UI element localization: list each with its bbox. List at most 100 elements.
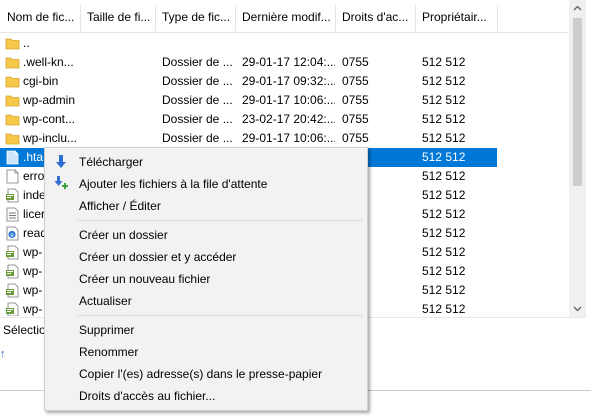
table-row[interactable]: .well-kn... Dossier de ... 29-01-17 12:04:…: [0, 53, 497, 72]
column-header[interactable]: Nom de fic...: [0, 0, 80, 33]
cell-type: [162, 34, 235, 53]
menu-item-label: Renommer: [79, 345, 139, 359]
cell-owner: 512 512: [422, 188, 466, 202]
table-row[interactable]: wp-inclu... Dossier de ... 29-01-17 10:06:…: [0, 129, 497, 148]
file-type-icon: [5, 283, 20, 298]
add-to-queue-icon: [53, 176, 69, 192]
context-menu-item[interactable]: Afficher / Éditer: [45, 195, 367, 217]
context-menu-item[interactable]: Créer un dossier: [45, 224, 367, 246]
cell-size: [87, 129, 155, 148]
column-header[interactable]: Taille de fi...: [80, 0, 155, 33]
text-file-icon: [6, 207, 19, 222]
script-file-icon: [6, 188, 19, 203]
cell-modified: [242, 34, 335, 53]
folder-icon: [5, 76, 20, 88]
menu-item-label: Créer un nouveau fichier: [79, 272, 211, 286]
context-menu-item[interactable]: Copier l'(es) adresse(s) dans le presse-…: [45, 363, 367, 385]
file-type-icon: [5, 264, 20, 279]
table-row[interactable]: wp-cont... Dossier de ... 23-02-17 20:42:.…: [0, 110, 497, 129]
scroll-down-button[interactable]: [569, 300, 586, 317]
cell-owner: 512 512: [422, 245, 466, 259]
column-header[interactable]: Propriétair...: [415, 0, 497, 33]
column-header[interactable]: Droits d'ac...: [335, 0, 415, 33]
menu-item-label: Ajouter les fichiers à la file d'attente: [79, 177, 268, 191]
up-arrow-icon: ↑: [0, 348, 6, 360]
file-type-icon: [5, 188, 20, 203]
context-menu: Télécharger Ajouter les fichiers à la fil…: [44, 147, 368, 411]
file-type-icon: [5, 207, 20, 222]
cell-perms: 0755: [342, 93, 369, 107]
cell-owner: 512 512: [422, 150, 466, 164]
download-icon: [53, 154, 69, 170]
column-header[interactable]: Dernière modif...: [235, 0, 335, 33]
cell-type: Dossier de ...: [162, 112, 233, 126]
cell-owner: 512 512: [422, 226, 466, 240]
cell-type: Dossier de ...: [162, 93, 233, 107]
menu-item-label: Copier l'(es) adresse(s) dans le presse-…: [79, 367, 323, 381]
file-type-icon: [5, 131, 20, 146]
cell-name: wp-inclu...: [23, 131, 78, 145]
vertical-scrollbar[interactable]: [569, 0, 586, 317]
table-row[interactable]: ..: [0, 34, 497, 53]
cell-perms: 0755: [342, 112, 369, 126]
file-icon: [6, 169, 19, 184]
cell-name: wp-admin: [23, 93, 76, 107]
script-file-icon: [6, 264, 19, 279]
cell-type: Dossier de ...: [162, 74, 233, 88]
table-row[interactable]: cgi-bin Dossier de ... 29-01-17 09:32:... 0…: [0, 72, 497, 91]
cell-type: Dossier de ...: [162, 131, 233, 145]
file-icon: [6, 150, 19, 165]
table-row[interactable]: wp-admin Dossier de ... 29-01-17 10:06:...…: [0, 91, 497, 110]
chevron-up-icon: [573, 5, 582, 11]
cell-modified: 23-02-17 20:42:...: [242, 112, 335, 126]
file-type-icon: [5, 112, 20, 127]
menu-item-label: Créer un dossier: [79, 228, 168, 242]
menu-separator: [77, 220, 363, 221]
cell-type: Dossier de ...: [162, 55, 233, 69]
cell-name: cgi-bin: [23, 74, 59, 88]
context-menu-item[interactable]: Ajouter les fichiers à la file d'attente: [45, 173, 367, 195]
file-type-icon: [5, 36, 20, 51]
scroll-up-button[interactable]: [569, 0, 586, 17]
scroll-thumb[interactable]: [573, 18, 582, 186]
column-separator[interactable]: [235, 5, 236, 31]
file-type-icon: [5, 169, 20, 184]
context-menu-item[interactable]: Renommer: [45, 341, 367, 363]
cell-owner: 512 512: [422, 207, 466, 221]
cell-size: [87, 110, 155, 129]
context-menu-item[interactable]: Télécharger: [45, 151, 367, 173]
context-menu-item[interactable]: Créer un nouveau fichier: [45, 268, 367, 290]
cell-owner: 512 512: [422, 169, 466, 183]
cell-owner: 512 512: [422, 131, 466, 145]
cell-modified: 29-01-17 10:06:...: [242, 131, 335, 145]
column-separator[interactable]: [80, 5, 81, 31]
context-menu-item[interactable]: Droits d'accès au fichier...: [45, 385, 367, 407]
cell-perms: 0755: [342, 55, 369, 69]
column-separator[interactable]: [415, 5, 416, 31]
column-separator[interactable]: [335, 5, 336, 31]
cell-perms: 0755: [342, 131, 369, 145]
cell-name: .well-kn...: [23, 55, 74, 69]
cell-modified: 29-01-17 09:32:...: [242, 74, 335, 88]
file-type-icon: [5, 55, 20, 70]
context-menu-item[interactable]: Créer un dossier et y accéder: [45, 246, 367, 268]
menu-item-label: Télécharger: [79, 155, 144, 169]
file-type-icon: [5, 150, 20, 165]
cell-modified: 29-01-17 12:04:...: [242, 55, 335, 69]
cell-perms: 0755: [342, 74, 369, 88]
menu-item-label: Afficher / Éditer: [79, 199, 161, 213]
cell-modified: 29-01-17 10:06:...: [242, 93, 335, 107]
column-separator[interactable]: [155, 5, 156, 31]
menu-item-label: Actualiser: [79, 294, 132, 308]
folder-icon: [5, 38, 20, 50]
file-type-icon: [5, 93, 20, 108]
svg-text:e: e: [10, 232, 14, 239]
cell-owner: 512 512: [422, 302, 466, 316]
context-menu-item[interactable]: Supprimer: [45, 319, 367, 341]
column-separator[interactable]: [497, 5, 498, 31]
file-type-icon: [5, 245, 20, 260]
column-header[interactable]: Type de fic...: [155, 0, 235, 33]
cell-name: ..: [23, 36, 30, 50]
cell-owner: 512 512: [422, 283, 466, 297]
context-menu-item[interactable]: Actualiser: [45, 290, 367, 312]
